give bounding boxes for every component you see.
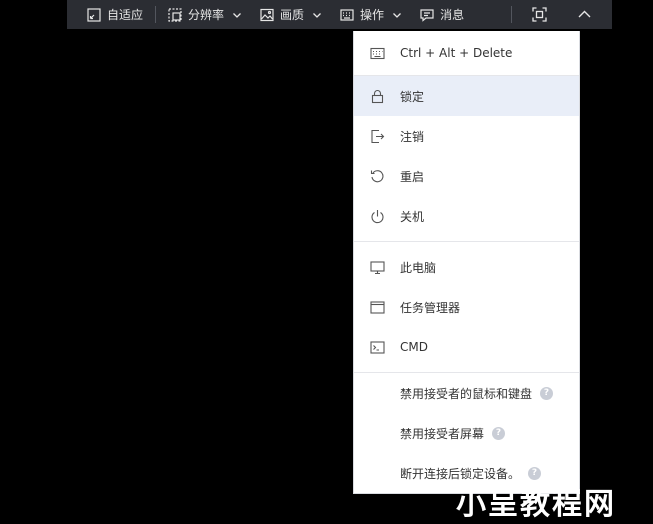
option-disable-screen[interactable]: 禁用接受者屏幕 ? [354,413,579,453]
message-button[interactable]: 消息 [414,0,470,29]
image-icon [260,8,274,21]
chevron-down-icon [313,12,322,18]
menu-item-label: Ctrl + Alt + Delete [400,46,513,60]
menu-item-label: 注销 [400,129,425,144]
remote-control-toolbar: 自适应 分辨率 画质 操作 消息 [67,0,612,29]
message-icon [420,8,434,22]
help-icon[interactable]: ? [540,386,554,400]
chevron-down-icon [393,12,402,18]
power-icon [370,209,385,224]
option-label: 断开连接后锁定设备。 [400,466,521,481]
window-icon [370,300,385,315]
menu-item-label: 此电脑 [400,260,437,275]
keyboard-icon [340,8,354,21]
help-icon[interactable]: ? [492,426,506,440]
toolbar-divider [511,6,512,23]
menu-item-label: 锁定 [400,89,425,104]
fit-label: 自适应 [107,8,144,22]
menu-item-ctrl-alt-delete[interactable]: Ctrl + Alt + Delete [354,33,579,73]
collapse-toolbar-button[interactable] [569,0,600,29]
menu-item-label: 关机 [400,209,425,224]
menu-item-label: 重启 [400,169,425,184]
menu-item-logout[interactable]: 注销 [354,116,579,156]
quality-dropdown[interactable]: 画质 [254,0,328,29]
restart-icon [370,169,385,184]
menu-item-restart[interactable]: 重启 [354,156,579,196]
terminal-icon [370,340,385,355]
option-disable-input[interactable]: 禁用接受者的鼠标和键盘 ? [354,373,579,413]
resolution-dropdown[interactable]: 分辨率 [162,0,248,29]
fullscreen-button[interactable] [524,0,555,29]
chevron-up-icon [578,10,591,18]
fullscreen-icon [532,7,547,22]
message-label: 消息 [440,8,465,22]
menu-divider [354,241,579,242]
lock-icon [370,89,385,104]
fit-icon [87,7,101,22]
operate-label: 操作 [360,8,385,22]
menu-item-cmd[interactable]: CMD [354,327,579,367]
keyboard-icon [370,46,385,61]
operate-menu: Ctrl + Alt + Delete 锁定 注销 重启 关机 此电脑 任务管理… [353,31,580,494]
menu-item-lock[interactable]: 锁定 [354,76,579,116]
option-label: 禁用接受者的鼠标和键盘 [400,386,533,401]
menu-item-label: CMD [400,340,428,354]
resolution-label: 分辨率 [188,8,225,22]
chevron-down-icon [233,12,241,18]
operate-dropdown[interactable]: 操作 [334,0,408,29]
toolbar-divider [155,6,157,23]
monitor-icon [370,260,385,275]
quality-label: 画质 [280,8,305,22]
option-label: 禁用接受者屏幕 [400,426,485,441]
fit-button[interactable]: 自适应 [81,0,149,29]
help-icon[interactable]: ? [528,466,542,480]
menu-item-task-manager[interactable]: 任务管理器 [354,287,579,327]
resolution-icon [168,7,182,22]
menu-item-label: 任务管理器 [400,300,461,315]
logout-icon [370,129,385,144]
menu-item-shutdown[interactable]: 关机 [354,196,579,236]
watermark: 小呈教程网 [456,487,616,522]
menu-item-this-pc[interactable]: 此电脑 [354,247,579,287]
